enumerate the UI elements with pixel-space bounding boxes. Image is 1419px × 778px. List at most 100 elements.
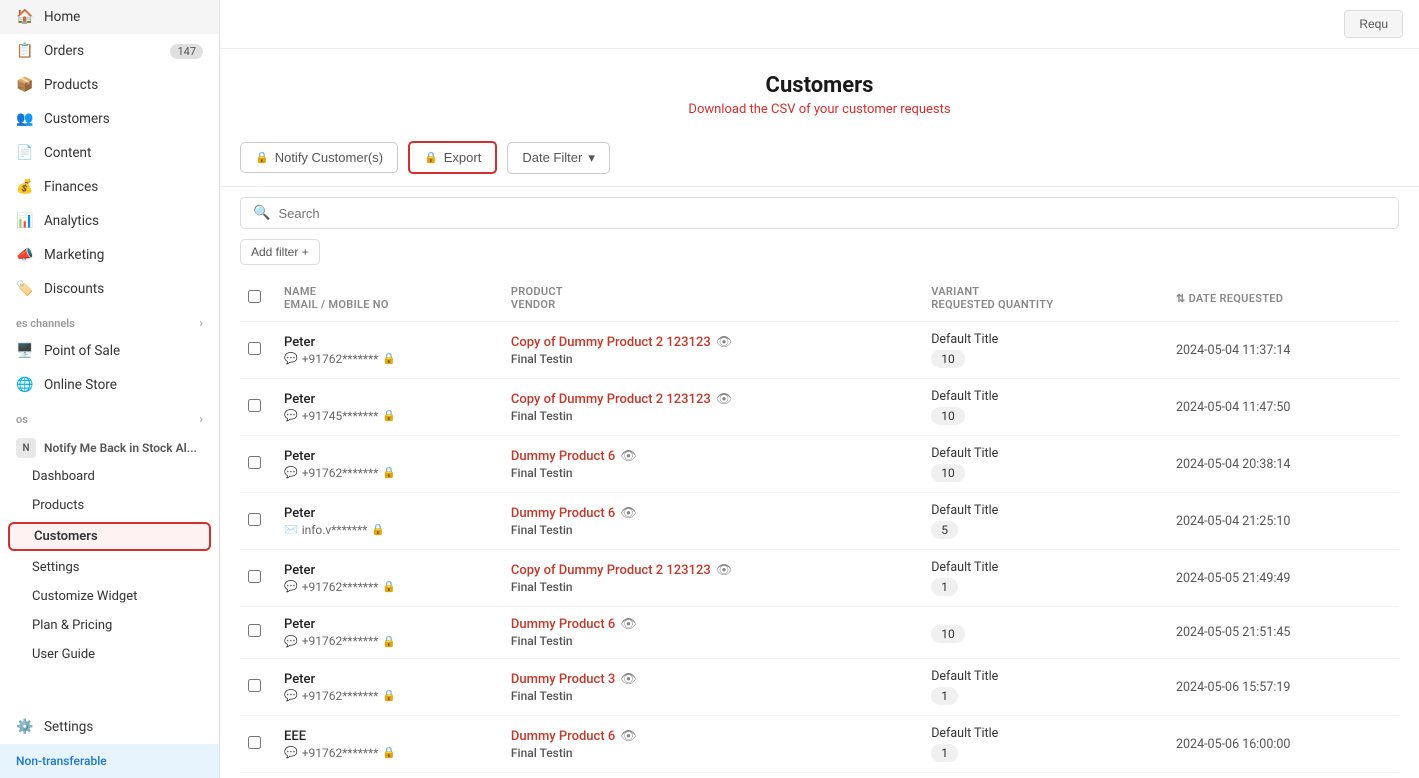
product-link[interactable]: Dummy Product 6 <box>511 449 615 464</box>
sidebar-item-discounts[interactable]: 🏷️ Discounts <box>0 272 219 306</box>
lock-small-icon: 🔒 <box>382 466 396 479</box>
add-filter-button[interactable]: Add filter + <box>240 239 320 265</box>
eye-icon[interactable]: 👁 <box>716 335 733 350</box>
finances-icon: 💰 <box>16 179 34 195</box>
product-link[interactable]: Dummy Product 6 <box>511 729 615 744</box>
product-cell: Dummy Product 3 👁 Final Testin <box>503 659 923 716</box>
top-bar: Requ <box>220 0 1419 49</box>
date-requested: 2024-05-05 21:51:45 <box>1176 625 1290 640</box>
sidebar-item-label: Discounts <box>44 281 104 297</box>
email-icon: ✉️ <box>284 523 298 536</box>
sidebar-item-customers[interactable]: 👥 Customers <box>0 102 219 136</box>
contact-value: +91762******* <box>302 746 379 760</box>
export-button[interactable]: 🔒 Export <box>408 141 497 174</box>
eye-icon[interactable]: 👁 <box>716 392 733 407</box>
sort-icon: ⇅ <box>1176 292 1186 305</box>
row-checkbox[interactable] <box>248 736 261 749</box>
sidebar-item-analytics[interactable]: 📊 Analytics <box>0 204 219 238</box>
submenu-products[interactable]: Products <box>0 491 219 520</box>
sidebar-item-content[interactable]: 📄 Content <box>0 136 219 170</box>
quantity-badge: 10 <box>931 350 965 368</box>
table-row: Peter 💬 +91762******* 🔒 Copy of Dummy Pr… <box>240 550 1399 607</box>
sidebar-item-pos[interactable]: 🖥️ Point of Sale <box>0 334 219 368</box>
search-input[interactable] <box>278 206 1386 221</box>
submenu-customers[interactable]: Customers <box>8 522 211 551</box>
product-cell: Dummy Product 6 👁 Final Testin <box>503 607 923 659</box>
customer-name: Peter <box>284 563 495 578</box>
eye-icon[interactable]: 👁 <box>620 506 637 521</box>
search-bar: 🔍 <box>220 187 1419 239</box>
main-content: Requ Customers Download the CSV of your … <box>220 0 1419 778</box>
marketing-icon: 📣 <box>16 247 34 263</box>
analytics-icon: 📊 <box>16 213 34 229</box>
phone-icon: 💬 <box>284 635 298 648</box>
chevron-down-icon: ▾ <box>588 150 595 166</box>
eye-icon[interactable]: 👁 <box>716 563 733 578</box>
home-icon: 🏠 <box>16 9 34 25</box>
product-link[interactable]: Dummy Product 6 <box>511 506 615 521</box>
notify-customers-button[interactable]: 🔒 Notify Customer(s) <box>240 142 398 173</box>
row-checkbox[interactable] <box>248 456 261 469</box>
submenu-label: Customers <box>34 529 98 544</box>
customer-name: Peter <box>284 672 495 687</box>
submenu-user-guide[interactable]: User Guide <box>0 640 219 669</box>
submenu-dashboard[interactable]: Dashboard <box>0 462 219 491</box>
product-link[interactable]: Copy of Dummy Product 2 123123 <box>511 335 711 350</box>
app-name-label: Notify Me Back in Stock Al... <box>44 441 197 455</box>
customer-contact: ✉️ info.v******* 🔒 <box>284 523 495 537</box>
sidebar-item-marketing[interactable]: 📣 Marketing <box>0 238 219 272</box>
submenu-label: Settings <box>32 560 79 575</box>
variant-title: Default Title <box>931 726 1160 741</box>
search-wrapper: 🔍 <box>240 197 1399 229</box>
th-date-requested[interactable]: ⇅ DATE REQUESTED <box>1168 275 1399 322</box>
variant-title: Default Title <box>931 669 1160 684</box>
date-filter-button[interactable]: Date Filter ▾ <box>507 142 610 174</box>
product-link[interactable]: Dummy Product 6 <box>511 617 615 632</box>
quantity-badge: 1 <box>931 744 958 762</box>
sidebar-item-online-store[interactable]: 🌐 Online Store <box>0 368 219 402</box>
row-checkbox-cell <box>240 322 276 379</box>
eye-icon[interactable]: 👁 <box>620 449 637 464</box>
sidebar-item-finances[interactable]: 💰 Finances <box>0 170 219 204</box>
sidebar-item-products[interactable]: 📦 Products <box>0 68 219 102</box>
date-cell: 2024-05-05 21:51:45 <box>1168 607 1399 659</box>
row-checkbox[interactable] <box>248 399 261 412</box>
request-button[interactable]: Requ <box>1344 10 1403 38</box>
submenu-plan-pricing[interactable]: Plan & Pricing <box>0 611 219 640</box>
row-checkbox[interactable] <box>248 679 261 692</box>
row-checkbox[interactable] <box>248 570 261 583</box>
eye-icon[interactable]: 👁 <box>620 617 637 632</box>
customer-contact: 💬 +91762******* 🔒 <box>284 466 495 480</box>
sidebar-item-settings[interactable]: ⚙️ Settings <box>0 710 219 744</box>
date-cell: 2024-05-04 11:37:14 <box>1168 322 1399 379</box>
row-checkbox[interactable] <box>248 624 261 637</box>
select-all-checkbox[interactable] <box>248 290 261 303</box>
customer-contact: 💬 +91762******* 🔒 <box>284 580 495 594</box>
product-link[interactable]: Copy of Dummy Product 2 123123 <box>511 392 711 407</box>
lock-small-icon: 🔒 <box>382 580 396 593</box>
eye-icon[interactable]: 👁 <box>620 729 637 744</box>
toolbar: 🔒 Notify Customer(s) 🔒 Export Date Filte… <box>220 129 1419 187</box>
customer-name-cell: Peter 💬 +91762******* 🔒 <box>276 550 503 607</box>
orders-badge: 147 <box>170 44 203 59</box>
product-cell: Dummy Product 6 👁 Final Testin <box>503 493 923 550</box>
lock-icon: 🔒 <box>255 151 269 164</box>
export-btn-label: Export <box>444 150 482 165</box>
date-cell: 2024-05-04 11:47:50 <box>1168 379 1399 436</box>
date-cell: 2024-05-05 21:49:49 <box>1168 550 1399 607</box>
sidebar-item-home[interactable]: 🏠 Home <box>0 0 219 34</box>
submenu-settings[interactable]: Settings <box>0 553 219 582</box>
product-link[interactable]: Copy of Dummy Product 2 123123 <box>511 563 711 578</box>
customers-icon: 👥 <box>16 111 34 127</box>
chevron-right-icon: › <box>199 316 203 330</box>
variant-cell: Default Title 5 <box>923 493 1168 550</box>
submenu-customize-widget[interactable]: Customize Widget <box>0 582 219 611</box>
row-checkbox[interactable] <box>248 513 261 526</box>
app-icon: N <box>16 438 36 458</box>
row-checkbox[interactable] <box>248 342 261 355</box>
phone-icon: 💬 <box>284 352 298 365</box>
sidebar-item-orders[interactable]: 📋 Orders 147 <box>0 34 219 68</box>
th-checkbox <box>240 275 276 322</box>
eye-icon[interactable]: 👁 <box>620 672 637 687</box>
product-link[interactable]: Dummy Product 3 <box>511 672 615 687</box>
